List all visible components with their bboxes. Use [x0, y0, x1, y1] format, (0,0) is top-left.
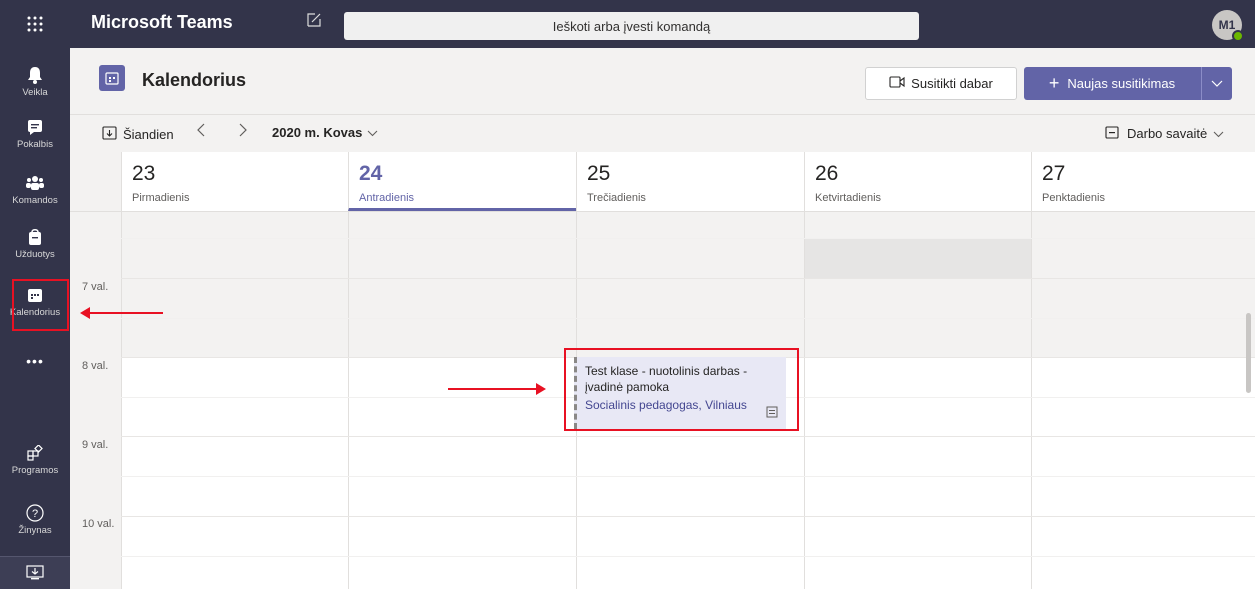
arrow-head-icon	[536, 383, 546, 395]
svg-text:?: ?	[32, 508, 38, 520]
grid-line	[121, 436, 1255, 437]
busy-block	[805, 239, 1031, 279]
day-name: Ketvirtadienis	[815, 192, 882, 204]
chat-icon	[26, 118, 44, 136]
calendar-highlight-box	[12, 279, 69, 331]
apps-icon	[26, 444, 44, 462]
rail-item-assignments[interactable]: Užduotys	[0, 228, 70, 260]
rail-item-label: Pokalbis	[17, 139, 53, 150]
plus-icon: +	[1048, 73, 1060, 93]
new-meeting-label: Naujas susitikimas	[1067, 76, 1176, 91]
arrow-head-icon	[80, 307, 90, 319]
scrollbar[interactable]	[1246, 313, 1251, 393]
day-header[interactable]: 27 Penktadienis	[1031, 152, 1255, 211]
rail-more-button[interactable]: •••	[0, 353, 70, 369]
day-number: 24	[359, 162, 383, 185]
page-header: Kalendorius Susitikti dabar + Naujas sus…	[70, 48, 1255, 114]
day-name: Antradienis	[359, 192, 415, 204]
today-button[interactable]: Šiandien	[102, 125, 174, 143]
day-number: 23	[132, 162, 156, 185]
arrow-to-calendar	[90, 312, 163, 314]
day-name: Pirmadienis	[132, 192, 190, 204]
help-icon: ?	[26, 504, 44, 522]
calendar-toolbar: Šiandien 2020 m. Kovas Darbo savaitė	[70, 114, 1255, 152]
assignments-icon	[26, 228, 44, 246]
chevron-down-icon	[1213, 126, 1224, 141]
grid-line	[121, 516, 1255, 517]
rail-item-apps[interactable]: Programos	[0, 444, 70, 476]
event-highlight-box	[564, 348, 799, 431]
rail-item-chat[interactable]: Pokalbis	[0, 118, 70, 150]
rail-item-label: Veikla	[22, 87, 48, 98]
download-app-icon[interactable]	[0, 556, 70, 589]
off-hours-shade	[122, 212, 348, 358]
day-header-today[interactable]: 24 Antradienis	[348, 152, 576, 211]
off-hours-shade	[805, 212, 1031, 358]
search-input[interactable]: Ieškoti arba įvesti komandą	[344, 12, 919, 40]
app-title: Microsoft Teams	[91, 12, 233, 32]
time-label: 7 val.	[82, 281, 109, 293]
view-selector[interactable]: Darbo savaitė	[1105, 125, 1224, 142]
chevron-right-icon[interactable]	[238, 122, 248, 143]
rail-item-label: Programos	[11, 465, 59, 476]
time-label: 10 val.	[82, 518, 115, 530]
off-hours-shade	[577, 212, 804, 358]
view-label: Darbo savaitė	[1127, 126, 1208, 141]
app-launcher-icon[interactable]	[0, 0, 70, 48]
day-number: 26	[815, 162, 839, 185]
calendar-icon	[99, 65, 125, 91]
day-column-fri[interactable]	[1031, 212, 1255, 589]
month-label: 2020 m. Kovas	[272, 125, 363, 140]
grid-line	[121, 238, 1255, 239]
video-camera-icon	[889, 76, 905, 91]
rail-item-label: Užduotys	[15, 249, 55, 260]
day-column-thu[interactable]	[804, 212, 1031, 589]
chevron-left-icon[interactable]	[196, 122, 206, 143]
rail-item-teams[interactable]: Komandos	[0, 174, 70, 206]
calendar-today-icon	[102, 125, 117, 143]
teams-icon	[26, 174, 44, 192]
chevron-down-icon[interactable]	[1201, 67, 1232, 100]
new-meeting-button[interactable]: + Naujas susitikimas	[1024, 67, 1232, 100]
presence-status-icon	[1232, 30, 1244, 42]
rail-item-label: Komandos	[12, 195, 58, 206]
day-name: Trečiadienis	[587, 192, 646, 204]
grid-line	[121, 318, 1255, 319]
off-hours-shade	[1032, 212, 1255, 358]
grid-line	[121, 278, 1255, 279]
today-label: Šiandien	[123, 126, 174, 142]
time-label: 8 val.	[82, 360, 109, 372]
day-column-mon[interactable]	[121, 212, 348, 589]
off-hours-shade	[349, 212, 576, 358]
meet-now-label: Susitikti dabar	[911, 76, 993, 91]
compose-icon[interactable]	[306, 12, 322, 33]
new-meeting-main[interactable]: + Naujas susitikimas	[1024, 67, 1200, 100]
rail-item-help[interactable]: ? Žinynas	[0, 504, 70, 536]
day-number: 25	[587, 162, 611, 185]
day-header[interactable]: 26 Ketvirtadienis	[804, 152, 1031, 211]
bell-icon	[26, 66, 44, 84]
month-selector[interactable]: 2020 m. Kovas	[272, 125, 378, 140]
title-bar: Microsoft Teams Ieškoti arba įvesti koma…	[0, 0, 1255, 48]
arrow-to-event	[448, 388, 536, 390]
day-number: 27	[1042, 162, 1066, 185]
day-header[interactable]: 25 Trečiadienis	[576, 152, 804, 211]
rail-item-label: Žinynas	[18, 525, 52, 536]
chevron-down-icon	[367, 125, 378, 140]
day-name: Penktadienis	[1042, 192, 1105, 204]
rail-item-activity[interactable]: Veikla	[0, 66, 70, 98]
day-header[interactable]: 23 Pirmadienis	[121, 152, 348, 211]
header-divider	[70, 211, 1255, 212]
grid-line	[121, 556, 1255, 557]
day-column-tue[interactable]	[348, 212, 576, 589]
calendar-week-icon	[1105, 125, 1119, 142]
grid-line	[121, 476, 1255, 477]
time-label: 9 val.	[82, 439, 109, 451]
meet-now-button[interactable]: Susitikti dabar	[865, 67, 1017, 100]
page-title: Kalendorius	[142, 70, 247, 90]
